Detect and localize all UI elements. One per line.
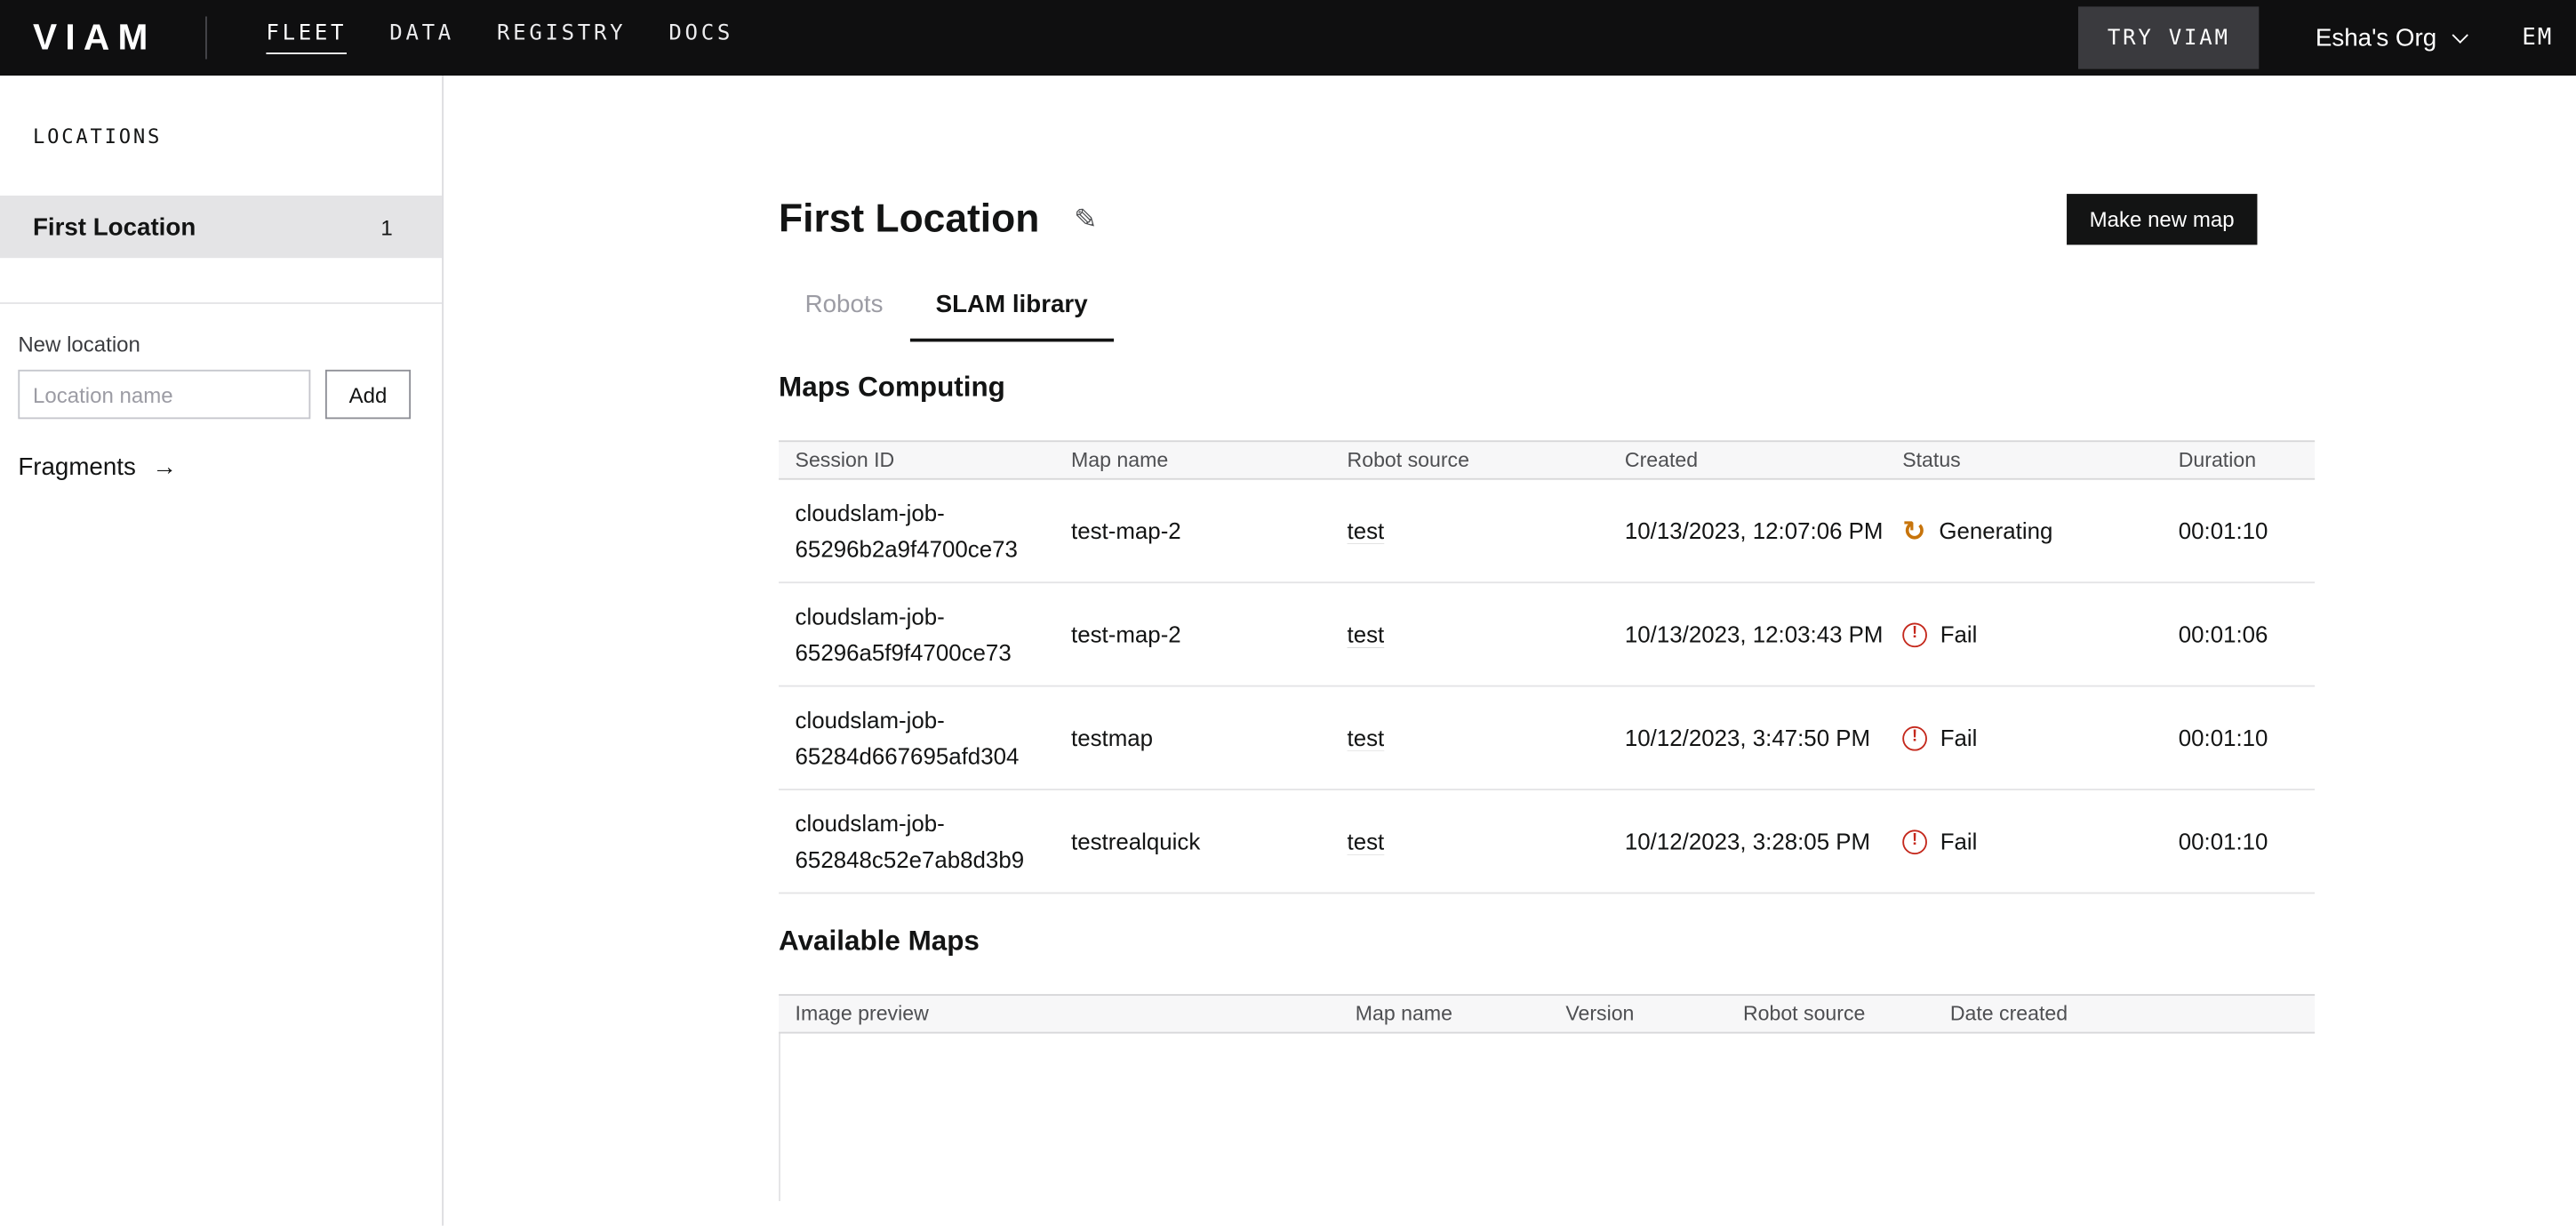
column-header-status: Status [1886, 449, 2162, 472]
status-label: Generating [1939, 517, 2052, 544]
arrow-right-icon: → [152, 455, 177, 480]
session-id-cell: cloudslam-job-65284d667695afd304 [779, 701, 1054, 774]
status-badge: ! Fail [1902, 725, 2162, 751]
fragments-label: Fragments [18, 453, 136, 481]
new-location-label: New location [18, 332, 425, 357]
viam-logo[interactable]: VIAM [33, 20, 156, 56]
primary-nav: FLEET DATA REGISTRY DOCS [266, 21, 733, 54]
title-wrap: First Location ✎ [779, 196, 1097, 243]
nav-item-fleet[interactable]: FLEET [266, 21, 347, 54]
fail-warning-icon: ! [1902, 725, 1927, 750]
table-row: cloudslam-job-652848c52e7ab8d3b9 testrea… [779, 790, 2315, 893]
status-label: Fail [1940, 828, 1978, 854]
column-header-robot-source: Robot source [1726, 1002, 1933, 1025]
available-maps-empty-body [779, 1034, 2315, 1202]
status-badge: ! Fail [1902, 621, 2162, 648]
table-header-row: Session ID Map name Robot source Created… [779, 440, 2315, 479]
org-dropdown[interactable]: Esha's Org [2316, 24, 2467, 52]
column-header-version: Version [1549, 1002, 1727, 1025]
robot-source-link[interactable]: test [1348, 517, 1385, 544]
make-new-map-button[interactable]: Make new map [2067, 194, 2258, 244]
table-header-row: Image preview Map name Version Robot sou… [779, 994, 2315, 1033]
session-id-cell: cloudslam-job-652848c52e7ab8d3b9 [779, 805, 1054, 878]
nav-item-registry[interactable]: REGISTRY [497, 21, 626, 54]
robot-source-link[interactable]: test [1348, 621, 1385, 648]
nav-item-docs[interactable]: DOCS [668, 21, 733, 54]
sidebar-divider [0, 302, 442, 304]
status-label: Fail [1940, 725, 1978, 751]
created-cell: 10/13/2023, 12:03:43 PM [1608, 616, 1885, 653]
duration-cell: 00:01:06 [2162, 621, 2315, 648]
maps-computing-table: Session ID Map name Robot source Created… [779, 440, 2315, 893]
navbar-left: VIAM FLEET DATA REGISTRY DOCS [33, 0, 733, 76]
column-header-date-created: Date created [1933, 1002, 2315, 1025]
fail-warning-icon: ! [1902, 829, 1927, 853]
locations-heading: LOCATIONS [33, 124, 442, 148]
generating-spinner-icon: ↻ [1902, 517, 1925, 544]
page-header: First Location ✎ Make new map [779, 194, 2315, 244]
available-maps-table: Image preview Map name Version Robot sou… [779, 994, 2315, 1201]
column-header-robot-source: Robot source [1331, 449, 1608, 472]
edit-pencil-icon[interactable]: ✎ [1074, 205, 1097, 233]
tab-slam-library[interactable]: SLAM library [909, 287, 1114, 341]
status-badge: ↻ Generating [1902, 517, 2162, 544]
table-row: cloudslam-job-65296a5f9f4700ce73 test-ma… [779, 583, 2315, 686]
new-location-form: Add [18, 370, 425, 419]
robot-source-link[interactable]: test [1348, 725, 1385, 751]
nav-divider [205, 16, 207, 59]
map-name-cell: testrealquick [1055, 828, 1331, 854]
duration-cell: 00:01:10 [2162, 725, 2315, 751]
table-row: cloudslam-job-65296b2a9f4700ce73 test-ma… [779, 480, 2315, 583]
app-root: VIAM FLEET DATA REGISTRY DOCS TRY VIAM E… [0, 0, 2576, 1226]
sidebar-item-first-location[interactable]: First Location 1 [0, 196, 442, 258]
top-navbar: VIAM FLEET DATA REGISTRY DOCS TRY VIAM E… [0, 0, 2576, 76]
column-header-session-id: Session ID [779, 449, 1054, 472]
locations-sidebar: LOCATIONS First Location 1 New location … [0, 76, 444, 1226]
map-name-cell: test-map-2 [1055, 517, 1331, 544]
map-name-cell: testmap [1055, 725, 1331, 751]
tab-bar: Robots SLAM library [779, 287, 2576, 341]
location-name-input[interactable] [18, 370, 310, 419]
duration-cell: 00:01:10 [2162, 828, 2315, 854]
fail-warning-icon: ! [1902, 622, 1927, 647]
navbar-right: TRY VIAM Esha's Org EM [2078, 6, 2556, 68]
maps-computing-heading: Maps Computing [779, 372, 2576, 405]
org-name: Esha's Org [2316, 24, 2436, 52]
available-maps-heading: Available Maps [779, 926, 2576, 958]
chevron-down-icon [2452, 27, 2468, 43]
column-header-map-name: Map name [1055, 449, 1331, 472]
created-cell: 10/12/2023, 3:47:50 PM [1608, 719, 1885, 756]
status-badge: ! Fail [1902, 828, 2162, 854]
main-content: First Location ✎ Make new map Robots SLA… [444, 76, 2576, 1226]
duration-cell: 00:01:10 [2162, 517, 2315, 544]
page-title: First Location [779, 196, 1039, 243]
location-name: First Location [33, 212, 196, 240]
session-id-cell: cloudslam-job-65296b2a9f4700ce73 [779, 494, 1054, 568]
table-row: cloudslam-job-65284d667695afd304 testmap… [779, 687, 2315, 790]
page-body: LOCATIONS First Location 1 New location … [0, 76, 2576, 1226]
try-viam-button[interactable]: TRY VIAM [2078, 6, 2260, 68]
map-name-cell: test-map-2 [1055, 621, 1331, 648]
created-cell: 10/13/2023, 12:07:06 PM [1608, 512, 1885, 549]
robot-source-link[interactable]: test [1348, 828, 1385, 854]
column-header-duration: Duration [2162, 449, 2315, 472]
column-header-created: Created [1608, 449, 1885, 472]
status-label: Fail [1940, 621, 1978, 648]
new-location-section: New location Add [18, 332, 425, 419]
created-cell: 10/12/2023, 3:28:05 PM [1608, 823, 1885, 860]
fragments-link[interactable]: Fragments → [18, 453, 177, 481]
nav-item-data[interactable]: DATA [389, 21, 454, 54]
location-count-badge: 1 [380, 214, 392, 239]
tab-robots[interactable]: Robots [779, 287, 909, 341]
column-header-image-preview: Image preview [779, 1002, 1339, 1025]
add-location-button[interactable]: Add [325, 370, 411, 419]
column-header-map-name: Map name [1339, 1002, 1549, 1025]
session-id-cell: cloudslam-job-65296a5f9f4700ce73 [779, 597, 1054, 671]
user-avatar[interactable]: EM [2522, 25, 2553, 52]
